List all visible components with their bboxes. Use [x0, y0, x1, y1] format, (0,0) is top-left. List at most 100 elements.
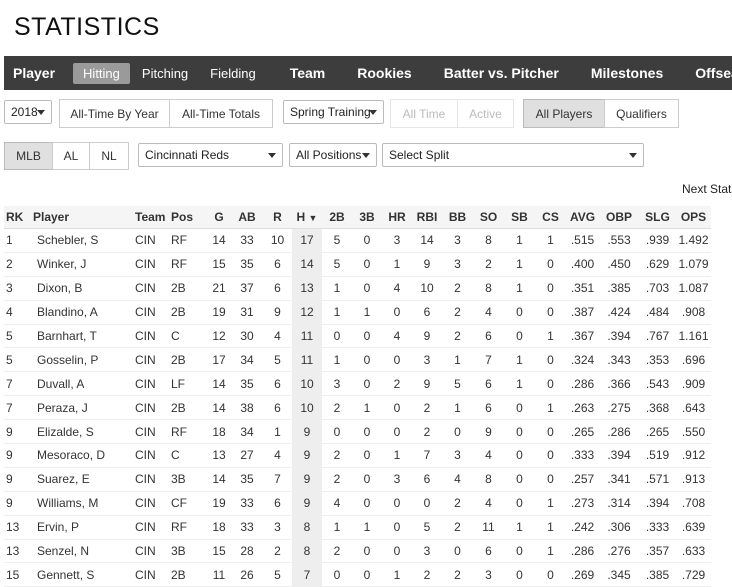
cell-slg: .484	[639, 300, 676, 325]
stats-table-body: 1 Schebler, S CIN RF 14 33 10 17 5 0 3 14 3 8 1 1.515.5…	[4, 228, 711, 587]
cell-h: 11	[292, 324, 322, 349]
cell-slg: .703	[639, 276, 676, 301]
cell-sb: 1	[504, 252, 535, 277]
col-header-sb[interactable]: SB	[504, 206, 535, 229]
cell-ab: 28	[231, 539, 263, 564]
col-header-3b[interactable]: 3B	[352, 206, 382, 229]
col-header-hr[interactable]: HR	[382, 206, 412, 229]
cell-player[interactable]: Dixon, B	[29, 276, 135, 301]
col-header-obp[interactable]: OBP	[599, 206, 639, 229]
cell-player[interactable]: Schebler, S	[29, 228, 135, 253]
cell-player[interactable]: Mesoraco, D	[29, 443, 135, 468]
cell-bb: 3	[442, 252, 473, 277]
active-button[interactable]: Active	[457, 99, 514, 128]
cell-r: 6	[263, 276, 292, 301]
cell-2b: 4	[322, 491, 352, 516]
col-header-rbi[interactable]: RBI	[412, 206, 442, 229]
cell-sb: 0	[504, 467, 535, 492]
nav-sub-pitching[interactable]: Pitching	[132, 63, 198, 84]
cell-cs: 0	[535, 276, 566, 301]
qualifiers-button[interactable]: Qualifiers	[604, 99, 679, 128]
col-header-pos[interactable]: Pos	[167, 206, 207, 229]
split-select[interactable]: Select Split	[382, 143, 644, 167]
col-header-ab[interactable]: AB	[231, 206, 263, 229]
table-row: 3 Dixon, B CIN 2B 21 37 6 13 1 0 4 10 2 8 1 0.351.385.7…	[4, 276, 711, 301]
col-header-slg[interactable]: SLG	[639, 206, 676, 229]
cell-cs: 0	[535, 467, 566, 492]
cell-player[interactable]: Gosselin, P	[29, 347, 135, 373]
cell-2b: 1	[322, 300, 352, 325]
col-header-h-label: H	[296, 210, 306, 224]
col-header-team[interactable]: Team	[135, 206, 167, 229]
game-type-select[interactable]: Spring Training	[283, 100, 384, 124]
cell-hr: 0	[382, 419, 412, 445]
cell-player[interactable]: Blandino, A	[29, 300, 135, 325]
cell-player[interactable]: Elizalde, S	[29, 419, 135, 445]
cell-bb: 0	[442, 539, 473, 564]
cell-player[interactable]: Barnhart, T	[29, 324, 135, 349]
table-row: 7 Peraza, J CIN 2B 14 38 6 10 2 1 0 2 1 6 0 1.263.275.3…	[4, 395, 711, 421]
cell-obp: .424	[599, 300, 639, 325]
cell-h: 9	[292, 467, 322, 492]
nav-sub-hitting[interactable]: Hitting	[73, 62, 130, 84]
cell-bb: 2	[442, 276, 473, 301]
cell-h: 12	[292, 300, 322, 325]
nav-offseason[interactable]: Offseason	[685, 65, 732, 81]
cell-2b: 3	[322, 371, 352, 397]
all-time-totals-button[interactable]: All-Time Totals	[169, 99, 273, 128]
year-select[interactable]: 2018	[4, 100, 52, 124]
cell-player[interactable]: Ervin, P	[29, 515, 135, 540]
cell-cs: 0	[535, 419, 566, 445]
nav-team[interactable]: Team	[280, 65, 336, 81]
col-header-avg[interactable]: AVG	[566, 206, 599, 229]
nav-player[interactable]: Player	[4, 65, 73, 81]
col-header-h[interactable]: H ▼	[292, 206, 322, 229]
col-header-so[interactable]: SO	[473, 206, 504, 229]
cell-slg: .368	[639, 395, 676, 421]
col-header-ops[interactable]: OPS	[676, 206, 711, 229]
col-header-2b[interactable]: 2B	[322, 206, 352, 229]
col-header-cs[interactable]: CS	[535, 206, 566, 229]
cell-player[interactable]: Winker, J	[29, 252, 135, 277]
col-header-r[interactable]: R	[263, 206, 292, 229]
all-players-button[interactable]: All Players	[523, 99, 605, 128]
col-header-bb[interactable]: BB	[442, 206, 473, 229]
next-stats-link[interactable]: Next Stats	[682, 182, 732, 196]
cell-obp: .345	[599, 562, 639, 587]
cell-so: 8	[473, 467, 504, 492]
col-header-rk[interactable]: RK	[4, 206, 29, 229]
league-nl-button[interactable]: NL	[89, 142, 129, 170]
cell-r: 5	[263, 562, 292, 587]
cell-2b: 0	[322, 419, 352, 445]
nav-sub-fielding[interactable]: Fielding	[200, 63, 266, 84]
league-al-button[interactable]: AL	[52, 142, 90, 170]
cell-pos: 2B	[167, 276, 207, 301]
col-header-g[interactable]: G	[207, 206, 231, 229]
nav-rookies[interactable]: Rookies	[347, 65, 421, 81]
cell-pos: 2B	[167, 562, 207, 587]
team-select[interactable]: Cincinnati Reds	[138, 143, 283, 167]
nav-batter-vs-pitcher[interactable]: Batter vs. Pitcher	[434, 65, 569, 81]
cell-cs: 1	[535, 539, 566, 564]
nav-milestones[interactable]: Milestones	[581, 65, 673, 81]
cell-r: 4	[263, 324, 292, 349]
league-mlb-button[interactable]: MLB	[4, 142, 53, 170]
cell-player[interactable]: Williams, M	[29, 491, 135, 516]
all-time-button[interactable]: All Time	[390, 99, 458, 128]
cell-player[interactable]: Peraza, J	[29, 395, 135, 421]
cell-ab: 26	[231, 562, 263, 587]
cell-ab: 35	[231, 252, 263, 277]
position-select[interactable]: All Positions	[289, 143, 377, 167]
cell-player[interactable]: Senzel, N	[29, 539, 135, 564]
cell-player[interactable]: Gennett, S	[29, 562, 135, 587]
stats-nav-bar: Player Hitting Pitching Fielding Team Ro…	[4, 56, 732, 90]
cell-3b: 0	[352, 324, 382, 349]
chevron-down-icon	[629, 153, 637, 158]
cell-avg: .351	[566, 276, 599, 301]
cell-r: 10	[263, 228, 292, 253]
cell-obp: .553	[599, 228, 639, 253]
all-time-by-year-button[interactable]: All-Time By Year	[59, 99, 170, 128]
cell-player[interactable]: Suarez, E	[29, 467, 135, 492]
cell-player[interactable]: Duvall, A	[29, 371, 135, 397]
col-header-player[interactable]: Player	[29, 206, 135, 229]
